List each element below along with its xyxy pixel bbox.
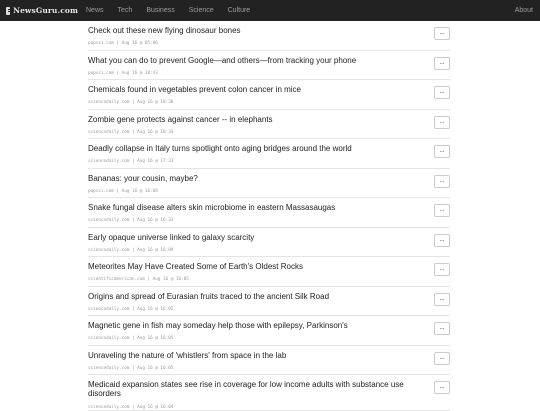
newspaper-icon [6,6,13,15]
news-item: Deadly collapse in Italy turns spotlight… [88,139,450,169]
news-item: Magnetic gene in fish may someday help t… [88,316,450,346]
news-item-title[interactable]: Medicaid expansion states see rise in co… [88,380,418,398]
news-item-options-button[interactable]: ... [434,174,450,188]
news-item-options-button[interactable]: ... [434,56,450,70]
news-item-options-button[interactable]: ... [434,204,450,217]
news-item-title[interactable]: What you can do to prevent Google—and ot… [88,56,418,65]
news-item-meta: sciencedaily.com | Aug 16 @ 18:38 [88,100,174,105]
news-item-title[interactable]: Meteorites May Have Created Some of Eart… [88,262,418,271]
news-item-meta: sciencedaily.com | Aug 16 @ 17:33 [88,159,174,164]
nav-link-about[interactable]: About [515,0,533,21]
news-item-options-button[interactable]: ... [434,351,450,365]
news-item-meta: scientificamerican.com | Aug 16 @ 16:05 [88,277,189,282]
news-item: Zombie gene protects against cancer -- i… [88,110,450,139]
news-item: Early opaque universe linked to galaxy s… [88,228,450,257]
news-item-title[interactable]: Magnetic gene in fish may someday help t… [88,321,418,330]
news-item-options-button[interactable]: ... [434,263,450,276]
news-item-meta: sciencedaily.com | Aug 16 @ 16:09 [88,247,174,253]
news-item: Medicaid expansion states see rise in co… [88,375,450,411]
brand-name[interactable]: NewsGuru.com [13,6,78,15]
news-item-meta: sciencedaily.com | Aug 16 @ 16:33 [88,218,174,223]
news-item-title[interactable]: Deadly collapse in Italy turns spotlight… [88,144,418,153]
news-item: Check out these new flying dinosaur bone… [88,21,450,51]
news-item-options-button[interactable]: ... [434,27,450,40]
news-item-title[interactable]: Origins and spread of Eurasian fruits tr… [88,292,418,301]
news-item-options-button[interactable]: ... [434,115,450,129]
news-item-meta: popsci.com | Aug 16 @ 16:08 [88,188,158,194]
news-item-meta: sciencedaily.com | Aug 16 @ 16:05 [88,365,174,371]
news-item: Chemicals found in vegetables prevent co… [88,80,450,110]
news-item-meta: sciencedaily.com | Aug 16 @ 16:05 [88,336,174,341]
nav-links: News Tech Business Science Culture [78,7,257,14]
news-item-options-button[interactable]: ... [434,145,450,158]
nav-link-tech[interactable]: Tech [111,7,140,14]
news-item: Unraveling the nature of 'whistlers' fro… [88,346,450,375]
brand-logo[interactable]: NewsGuru.com [6,6,78,15]
news-item-meta: sciencedaily.com | Aug 16 @ 16:04 [88,405,174,410]
news-item-options-button[interactable]: ... [434,86,450,99]
news-item: Meteorites May Have Created Some of Eart… [88,257,450,287]
news-item-title[interactable]: Snake fungal disease alters skin microbi… [88,203,418,212]
news-item-title[interactable]: Chemicals found in vegetables prevent co… [88,85,418,94]
news-item-options-button[interactable]: ... [434,381,450,394]
nav-link-business[interactable]: Business [139,7,181,14]
news-item-title[interactable]: Zombie gene protects against cancer -- i… [88,115,418,124]
news-item: Origins and spread of Eurasian fruits tr… [88,287,450,316]
news-item: Snake fungal disease alters skin microbi… [88,198,450,228]
news-item-meta: popsci.com | Aug 16 @ 05:06 [88,41,158,46]
news-item: Bananas: your cousin, maybe? popsci.com … [88,169,450,198]
nav-link-culture[interactable]: Culture [221,7,258,14]
news-item-title[interactable]: Unraveling the nature of 'whistlers' fro… [88,351,418,360]
nav-link-news[interactable]: News [78,7,111,14]
news-item-options-button[interactable]: ... [434,322,450,335]
news-item-meta: popsci.com | Aug 16 @ 18:43 [88,70,158,76]
news-item-options-button[interactable]: ... [434,292,450,306]
news-item-title[interactable]: Check out these new flying dinosaur bone… [88,26,418,35]
top-navbar: NewsGuru.com News Tech Business Science … [0,0,540,21]
news-item: What you can do to prevent Google—and ot… [88,51,450,80]
news-item-meta: sciencedaily.com | Aug 16 @ 18:34 [88,129,174,135]
news-item-meta: sciencedaily.com | Aug 16 @ 16:05 [88,306,174,312]
news-item-title[interactable]: Bananas: your cousin, maybe? [88,174,418,183]
news-item-title[interactable]: Early opaque universe linked to galaxy s… [88,233,418,242]
nav-link-science[interactable]: Science [182,7,221,14]
news-item-options-button[interactable]: ... [434,233,450,247]
